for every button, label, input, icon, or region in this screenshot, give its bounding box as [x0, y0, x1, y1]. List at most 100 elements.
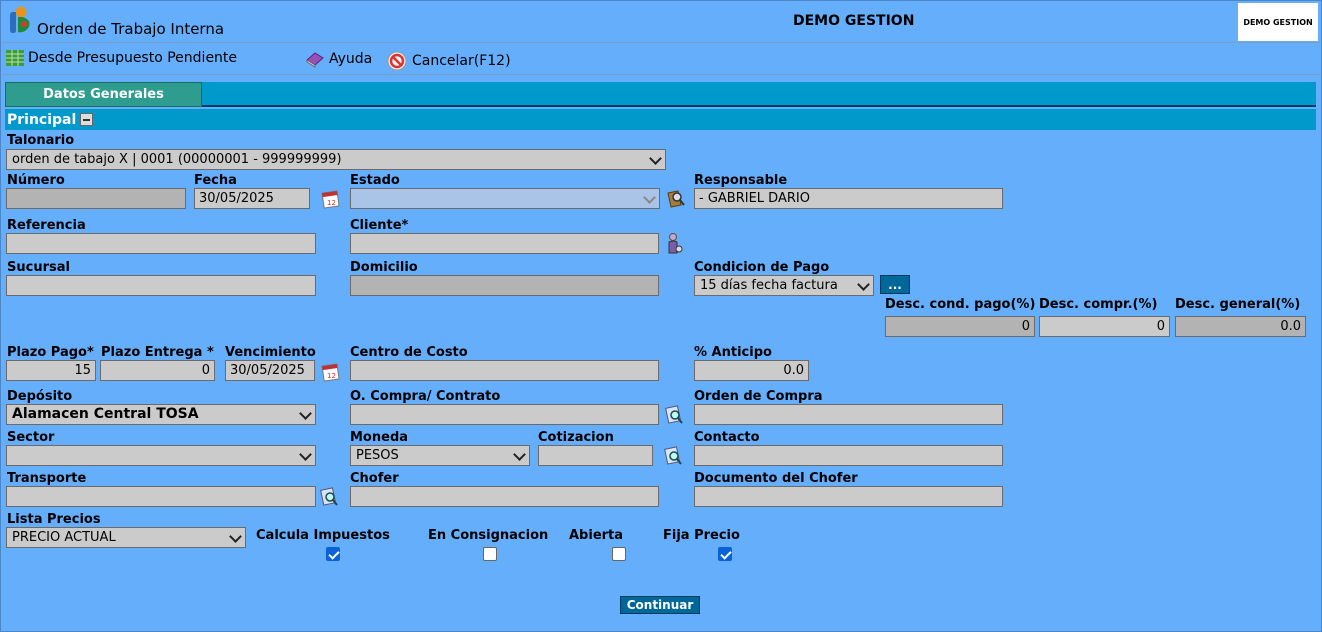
company-name: DEMO GESTION: [793, 13, 915, 29]
sector-label: Sector: [7, 430, 55, 445]
numero-input[interactable]: [6, 188, 186, 209]
estado-select[interactable]: [350, 188, 660, 209]
calcula-impuestos-checkbox[interactable]: [326, 547, 340, 561]
fija-precio-label: Fija Precio: [663, 528, 740, 543]
cotizacion-label: Cotizacion: [538, 430, 614, 445]
calcula-impuestos-label: Calcula Impuestos: [256, 528, 390, 543]
moneda-label: Moneda: [350, 430, 409, 445]
numero-label: Número: [7, 173, 65, 188]
domicilio-input[interactable]: [350, 275, 659, 296]
app-logo-icon: [7, 5, 33, 35]
chevron-down-icon: [231, 532, 240, 541]
calendar-icon[interactable]: 12: [320, 188, 342, 210]
chevron-down-icon: [301, 409, 310, 418]
cliente-input[interactable]: [350, 233, 659, 254]
abierta-checkbox[interactable]: [612, 547, 626, 561]
lista-precios-select[interactable]: PRECIO ACTUAL: [6, 527, 246, 548]
vencimiento-input[interactable]: 30/05/2025: [225, 360, 315, 381]
en-consignacion-checkbox[interactable]: [483, 547, 497, 561]
o-compra-contrato-label: O. Compra/ Contrato: [350, 389, 501, 404]
page-title: Orden de Trabajo Interna: [37, 20, 225, 38]
client-search-icon[interactable]: [664, 232, 686, 254]
plazo-pago-label: Plazo Pago*: [7, 345, 94, 360]
talonario-label: Talonario: [7, 133, 75, 148]
moneda-value: PESOS: [356, 448, 399, 463]
continue-button[interactable]: Continuar: [620, 596, 700, 614]
moneda-select[interactable]: PESOS: [350, 445, 530, 466]
condicion-pago-more-button[interactable]: ...: [880, 275, 910, 294]
desc-compr-input[interactable]: 0: [1039, 316, 1170, 337]
documento-chofer-input[interactable]: [694, 486, 1003, 507]
vencimiento-label: Vencimiento: [225, 345, 316, 360]
condicion-pago-select[interactable]: 15 días fecha factura: [694, 275, 874, 296]
desc-compr-label: Desc. compr.(%): [1039, 297, 1158, 312]
abierta-label: Abierta: [569, 528, 624, 543]
cancel-label: Cancelar(F12): [412, 53, 511, 69]
orden-compra-input[interactable]: [694, 404, 1003, 425]
tab-datos-generales[interactable]: Datos Generales: [5, 82, 202, 107]
help-label: Ayuda: [329, 51, 373, 67]
sector-select[interactable]: [6, 445, 316, 466]
chevron-down-icon: [651, 154, 660, 163]
anticipo-input[interactable]: 0.0: [694, 360, 809, 381]
responsable-label: Responsable: [694, 173, 788, 188]
contacto-input[interactable]: [694, 445, 1003, 466]
fecha-input[interactable]: 30/05/2025: [194, 188, 310, 209]
desc-cond-pago-input[interactable]: 0: [885, 316, 1035, 337]
condicion-pago-label: Condicion de Pago: [694, 260, 830, 275]
desc-cond-pago-label: Desc. cond. pago(%): [885, 297, 1036, 312]
search-icon[interactable]: [318, 486, 340, 508]
status-search-icon[interactable]: [665, 188, 687, 210]
transporte-label: Transporte: [7, 471, 87, 486]
sucursal-input[interactable]: [6, 275, 316, 296]
plazo-entrega-input[interactable]: 0: [100, 360, 215, 381]
help-button[interactable]: Ayuda: [305, 50, 372, 68]
company-logo: DEMO GESTION: [1238, 3, 1318, 41]
cancel-icon: [386, 50, 408, 72]
help-book-icon: [305, 50, 325, 68]
talonario-select[interactable]: orden de tabajo X | 0001 (00000001 - 999…: [6, 149, 666, 170]
talonario-value: orden de tabajo X | 0001 (00000001 - 999…: [12, 152, 342, 167]
deposito-value: Alamacen Central TOSA: [12, 406, 199, 422]
desc-general-label: Desc. general(%): [1175, 297, 1301, 312]
o-compra-contrato-input[interactable]: [350, 404, 659, 425]
svg-text:12: 12: [327, 372, 336, 380]
plazo-pago-input[interactable]: 15: [6, 360, 96, 381]
responsable-input[interactable]: - GABRIEL DARIO: [694, 188, 1003, 209]
search-icon[interactable]: [663, 404, 685, 426]
chevron-down-icon: [859, 280, 868, 289]
header-divider: [2, 42, 1320, 43]
chevron-down-icon: [515, 450, 524, 459]
desc-general-input[interactable]: 0.0: [1175, 316, 1306, 337]
from-budget-button[interactable]: Desde Presupuesto Pendiente: [6, 50, 237, 66]
fecha-label: Fecha: [194, 173, 237, 188]
cliente-label: Cliente*: [350, 218, 409, 233]
chevron-down-icon: [301, 450, 310, 459]
collapse-icon[interactable]: [80, 113, 94, 126]
cancel-button[interactable]: Cancelar(F12): [386, 50, 511, 72]
deposito-select[interactable]: Alamacen Central TOSA: [6, 404, 316, 425]
chofer-input[interactable]: [350, 486, 659, 507]
fija-precio-checkbox[interactable]: [718, 547, 732, 561]
deposito-label: Depósito: [7, 389, 73, 404]
toolbar-divider: [2, 74, 1320, 75]
referencia-input[interactable]: [6, 233, 316, 254]
documento-chofer-label: Documento del Chofer: [694, 471, 858, 486]
en-consignacion-label: En Consignacion: [428, 528, 549, 543]
transporte-input[interactable]: [6, 486, 316, 507]
lista-precios-label: Lista Precios: [7, 512, 101, 527]
from-budget-label: Desde Presupuesto Pendiente: [28, 50, 238, 66]
contacto-label: Contacto: [694, 430, 760, 445]
search-icon[interactable]: [662, 445, 684, 467]
centro-costo-input[interactable]: [350, 360, 659, 381]
anticipo-label: % Anticipo: [694, 345, 772, 360]
section-principal-title: Principal: [7, 111, 77, 128]
grid-icon: [6, 50, 24, 66]
calendar-icon[interactable]: 12: [320, 361, 342, 383]
orden-compra-label: Orden de Compra: [694, 389, 823, 404]
lista-precios-value: PRECIO ACTUAL: [12, 530, 116, 545]
sucursal-label: Sucursal: [7, 260, 70, 275]
cotizacion-input[interactable]: [538, 445, 653, 466]
section-principal-header[interactable]: Principal: [5, 109, 1316, 130]
svg-text:12: 12: [327, 199, 336, 207]
